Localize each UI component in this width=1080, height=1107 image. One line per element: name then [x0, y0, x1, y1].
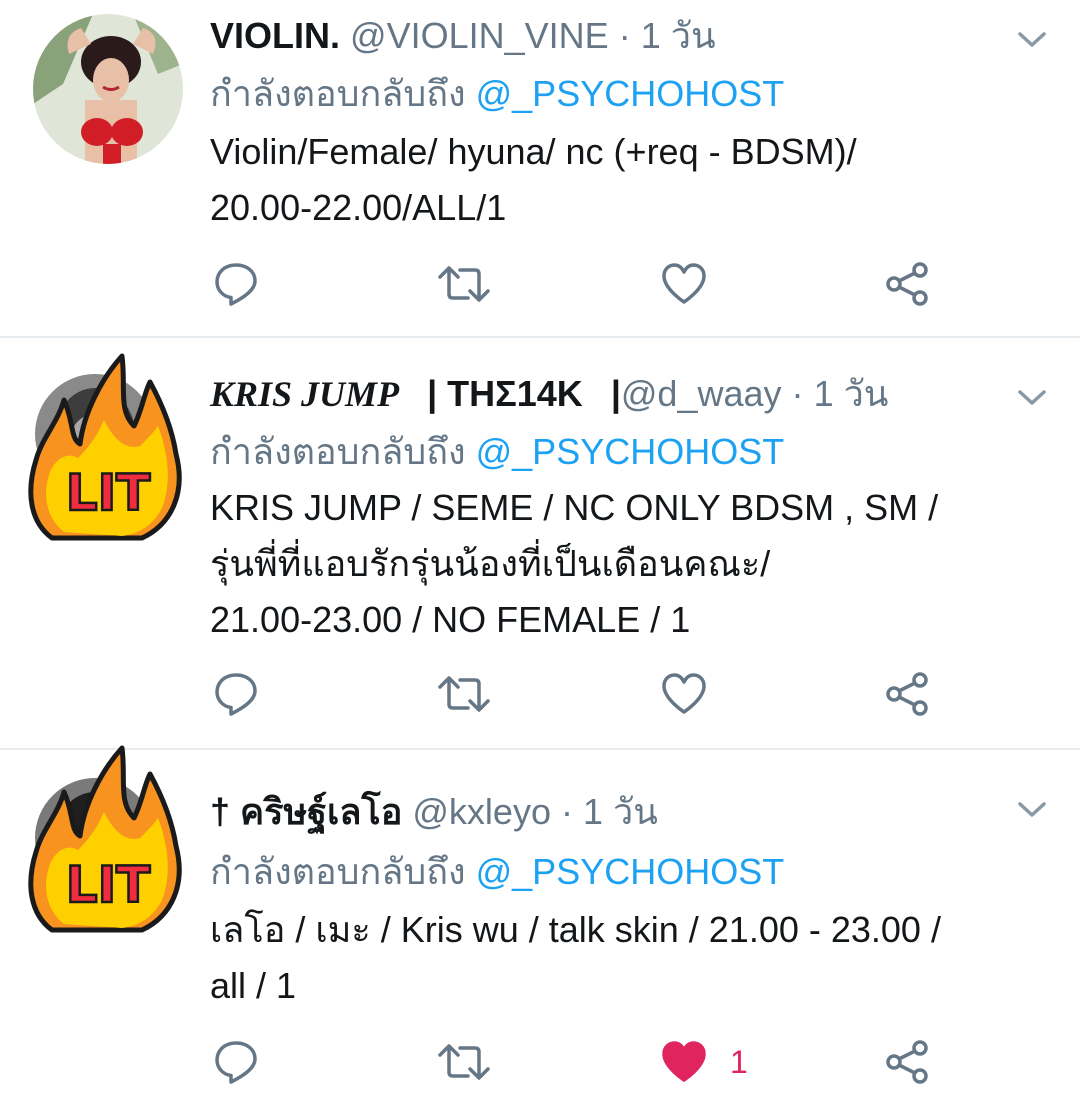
tweet-text-line: เลโอ / เมะ / Kris wu / talk skin / 21.00…: [210, 909, 941, 950]
like-button[interactable]: 1: [660, 1032, 748, 1092]
tweet-header: VIOLIN. @VIOLIN_VINE · 1 วัน: [210, 14, 716, 58]
lit-fire-sticker: LIT: [28, 745, 182, 933]
sticker-text: LIT: [66, 464, 151, 522]
retweet-button[interactable]: [438, 1032, 490, 1092]
share-icon: [886, 1040, 928, 1084]
reply-icon: [215, 1041, 257, 1084]
share-icon: [886, 262, 928, 306]
like-button[interactable]: [660, 664, 708, 724]
display-name-suffix[interactable]: | THΣ14K: [427, 373, 583, 414]
reply-context: กำลังตอบกลับถึง @_PSYCHOHOST: [210, 72, 784, 116]
reply-mention-link[interactable]: @_PSYCHOHOST: [476, 431, 785, 472]
avatar-image: [33, 14, 183, 164]
display-name[interactable]: † คริษฐ์เลโอ: [210, 791, 402, 832]
lit-fire-sticker: LIT: [28, 353, 182, 541]
reply-mention-link[interactable]: @_PSYCHOHOST: [476, 73, 785, 114]
reply-prefix: กำลังตอบกลับถึง: [210, 73, 466, 114]
timestamp[interactable]: 1 วัน: [814, 373, 889, 414]
share-icon: [886, 672, 928, 716]
reply-mention-link[interactable]: @_PSYCHOHOST: [476, 851, 785, 892]
tweet-text: เลโอ / เมะ / Kris wu / talk skin / 21.00…: [210, 902, 1050, 1014]
name-separator: |: [610, 373, 621, 414]
retweet-button[interactable]: [438, 254, 490, 314]
action-bar: 1: [210, 1032, 970, 1092]
separator-dot: ·: [618, 15, 631, 56]
tweet[interactable]: LIT † คริษฐ์เลโอ @kxleyo · 1 วัน กำลังตอ…: [0, 745, 1080, 1107]
separator-dot: ·: [791, 373, 804, 414]
reply-button[interactable]: [212, 664, 260, 724]
avatar[interactable]: [33, 14, 183, 164]
like-icon: [662, 263, 706, 304]
tweet[interactable]: LIT KRIS JUMP | THΣ14K |@d_waay · 1 วัน …: [0, 338, 1080, 748]
share-button[interactable]: [884, 254, 932, 314]
reply-context: กำลังตอบกลับถึง @_PSYCHOHOST: [210, 850, 784, 894]
tweet-text-line: 21.00-23.00 / NO FEMALE / 1: [210, 599, 691, 640]
like-button[interactable]: [660, 254, 708, 314]
chevron-down-icon[interactable]: [1014, 794, 1050, 824]
tweet-text-line: 20.00-22.00/ALL/1: [210, 187, 507, 228]
user-handle[interactable]: @d_waay: [621, 373, 782, 414]
retweet-icon: [438, 266, 490, 302]
timestamp[interactable]: 1 วัน: [641, 15, 716, 56]
tweet-text-line: Violin/Female/ hyuna/ nc (+req - BDSM)/: [210, 131, 857, 172]
reply-prefix: กำลังตอบกลับถึง: [210, 431, 466, 472]
reply-context: กำลังตอบกลับถึง @_PSYCHOHOST: [210, 430, 784, 474]
retweet-button[interactable]: [438, 664, 490, 724]
tweet-text: KRIS JUMP / SEME / NC ONLY BDSM , SM / ร…: [210, 480, 1050, 648]
retweet-icon: [438, 1044, 490, 1080]
chevron-down-icon[interactable]: [1014, 24, 1050, 54]
reply-icon: [215, 263, 257, 306]
share-button[interactable]: [884, 664, 932, 724]
reply-button[interactable]: [212, 1032, 260, 1092]
action-bar: [210, 664, 970, 724]
separator-dot: ·: [560, 791, 573, 832]
display-name[interactable]: KRIS JUMP: [210, 374, 399, 414]
retweet-icon: [438, 676, 490, 712]
action-bar: [210, 254, 970, 314]
like-icon: [662, 673, 706, 714]
tweet-text-line: KRIS JUMP / SEME / NC ONLY BDSM , SM /: [210, 487, 939, 528]
tweet-text: Violin/Female/ hyuna/ nc (+req - BDSM)/ …: [210, 124, 1050, 236]
tweet[interactable]: VIOLIN. @VIOLIN_VINE · 1 วัน กำลังตอบกลั…: [0, 0, 1080, 336]
share-button[interactable]: [884, 1032, 932, 1092]
like-icon: [662, 1041, 706, 1082]
reply-prefix: กำลังตอบกลับถึง: [210, 851, 466, 892]
tweet-text-line: all / 1: [210, 965, 297, 1006]
tweet-text-line: รุ่นพี่ที่แอบรักรุ่นน้องที่เป็นเดือนคณะ/: [210, 543, 771, 584]
chevron-down-icon[interactable]: [1014, 382, 1050, 412]
user-handle[interactable]: @VIOLIN_VINE: [350, 15, 609, 56]
tweet-header: † คริษฐ์เลโอ @kxleyo · 1 วัน: [210, 790, 658, 834]
sticker-text: LIT: [66, 856, 151, 914]
display-name[interactable]: VIOLIN.: [210, 15, 340, 56]
reply-icon: [215, 673, 257, 716]
reply-button[interactable]: [212, 254, 260, 314]
timestamp[interactable]: 1 วัน: [583, 791, 658, 832]
user-handle[interactable]: @kxleyo: [412, 791, 551, 832]
like-count: 1: [730, 1043, 748, 1080]
tweet-header: KRIS JUMP | THΣ14K |@d_waay · 1 วัน: [210, 372, 888, 416]
